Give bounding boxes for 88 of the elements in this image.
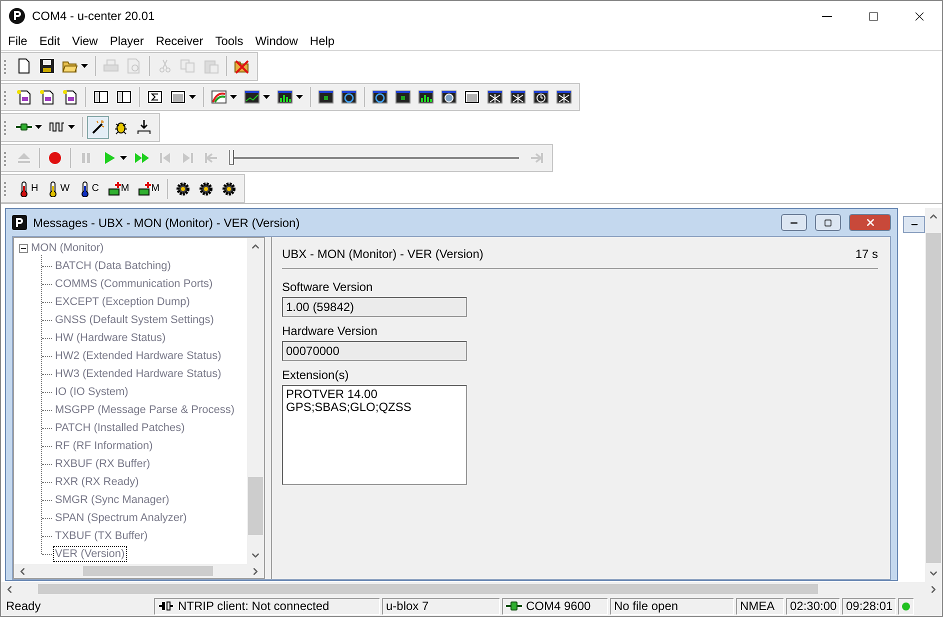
target-window-icon: [341, 88, 357, 105]
paste-icon: [203, 58, 219, 74]
line-chart-window-icon: [244, 88, 260, 105]
burst-window-icon: [510, 88, 526, 105]
magic-wand-button[interactable]: [87, 116, 109, 139]
screen-window-icon: [395, 88, 411, 105]
readonly-field[interactable]: 00070000: [282, 341, 467, 361]
burst-window-icon: [556, 88, 572, 105]
status-text: COM4 9600: [526, 599, 591, 613]
status-led-icon: [902, 602, 910, 610]
new-document-icon: [39, 88, 55, 105]
scrollbar-thumb[interactable]: [83, 566, 213, 576]
page-magnifier-icon: [126, 58, 142, 74]
menu-item[interactable]: Window: [249, 30, 304, 50]
app-logo-icon: [12, 215, 27, 230]
status-text: No file open: [610, 598, 734, 614]
close-button[interactable]: [849, 214, 891, 231]
memory-add-icon: [106, 180, 122, 197]
thermometer-button[interactable]: C: [74, 177, 102, 200]
memory-add-icon: [136, 180, 152, 197]
readonly-field[interactable]: 1.00 (59842): [282, 297, 467, 317]
connector-icon: [158, 601, 174, 611]
extensions-box[interactable]: PROTVER 14.00 GPS;SBAS;GLO;QZSS: [282, 385, 467, 485]
bar-chart-window-icon: [277, 88, 293, 105]
minimize-button[interactable]: [781, 214, 807, 231]
panel-layout-icon: [116, 88, 132, 105]
target-window-icon: [372, 88, 388, 105]
menu-item[interactable]: View: [66, 30, 104, 50]
menu-item[interactable]: File: [2, 30, 34, 50]
menu-item[interactable]: Receiver: [150, 30, 210, 50]
record-icon: [47, 150, 63, 166]
new-document-icon: [16, 88, 32, 105]
bar-chart-window-icon: [418, 88, 434, 105]
memory-add-button[interactable]: M: [102, 177, 132, 200]
panel-layout-icon: [93, 88, 109, 105]
message-age: 17 s: [855, 247, 878, 261]
thermometer-button[interactable]: H: [13, 177, 42, 200]
restore-button[interactable]: [815, 214, 841, 231]
scissors-icon: [157, 58, 173, 74]
clock-window-icon: [533, 88, 549, 105]
menu-item[interactable]: Tools: [209, 30, 250, 50]
slider-thumb[interactable]: [229, 150, 234, 166]
crossed-folder-icon: [234, 58, 250, 74]
message-heading: UBX - MON (Monitor) - VER (Version): [282, 247, 484, 261]
memory-add-button[interactable]: M: [133, 177, 163, 200]
burst-window-icon: [487, 88, 503, 105]
scrollbar-thumb[interactable]: [926, 233, 941, 563]
field-label: Hardware Version: [282, 324, 378, 338]
close-icon: [864, 217, 876, 228]
gear-icon: [198, 180, 214, 197]
gear-icon: [220, 180, 237, 197]
horizontal-scrollbar[interactable]: [14, 564, 264, 578]
status-text: 02:30:00: [786, 598, 840, 614]
horizontal-scrollbar[interactable]: [1, 582, 942, 596]
document-icon: [16, 58, 32, 74]
menu-item[interactable]: Help: [304, 30, 341, 50]
vertical-scrollbar[interactable]: [247, 238, 264, 564]
globe-window-icon: [441, 88, 457, 105]
status-text: u-blox 7: [382, 598, 500, 614]
thermometer-button[interactable]: W: [42, 177, 73, 200]
new-document-icon: [62, 88, 78, 105]
sky-view-window-icon: [211, 88, 227, 105]
field-label: Extension(s): [282, 368, 350, 382]
field-label: Software Version: [282, 280, 374, 294]
menu-item[interactable]: Edit: [33, 30, 66, 50]
gear-icon: [174, 180, 191, 197]
printer-icon: [103, 58, 119, 74]
maximize-icon: [868, 10, 878, 22]
table-window-icon: [464, 88, 480, 105]
restore-icon: [824, 218, 832, 226]
download-icon: [136, 119, 152, 136]
scrollbar-thumb[interactable]: [38, 584, 818, 594]
status-text: NTRIP client: Not connected: [178, 599, 330, 613]
window-title: COM4 - u-center 20.01: [32, 9, 156, 23]
scrollbar-thumb[interactable]: [248, 477, 263, 535]
app-logo-icon: [9, 8, 25, 24]
window-title: Messages - UBX - MON (Monitor) - VER (Version): [33, 216, 301, 230]
table-window-icon: [170, 88, 186, 105]
magic-wand-icon: [90, 119, 106, 136]
screen-window-icon: [318, 88, 334, 105]
status-text: Ready: [5, 598, 42, 614]
sigma-icon: [147, 88, 163, 105]
menu-item[interactable]: Player: [104, 30, 150, 50]
plug-icon: [506, 601, 522, 611]
status-text: NMEA: [736, 598, 784, 614]
copy-icon: [180, 58, 196, 74]
vertical-scrollbar[interactable]: [925, 208, 942, 582]
status-text: 09:28:01: [842, 598, 896, 614]
